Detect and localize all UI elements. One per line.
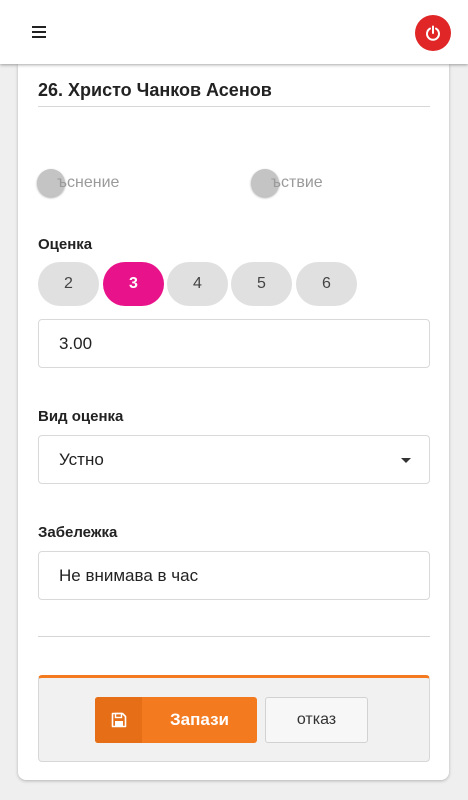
- save-button[interactable]: Запази: [95, 697, 257, 743]
- absence-radio[interactable]: ъствие: [251, 169, 323, 197]
- cancel-button[interactable]: отказ: [265, 697, 368, 743]
- grade-type-select[interactable]: Устно: [38, 435, 430, 484]
- cancel-button-label: отказ: [296, 711, 337, 728]
- grade-type-label: Вид оценка: [38, 408, 124, 425]
- power-button[interactable]: [415, 15, 451, 51]
- app-top-bar: [0, 0, 468, 64]
- student-name: 26. Христо Чанков Асенов: [38, 80, 272, 100]
- grade-option-3[interactable]: 3: [103, 262, 164, 306]
- note-label: Забележка: [38, 524, 118, 541]
- power-icon: [426, 25, 440, 41]
- grade-option-5[interactable]: 5: [231, 262, 292, 306]
- grade-type-value: Устно: [59, 449, 104, 469]
- grade-option-2[interactable]: 2: [38, 262, 99, 306]
- grade-value-input[interactable]: 3.00: [38, 319, 430, 368]
- floppy-disk-icon: [111, 712, 126, 728]
- grade-option-6[interactable]: 6: [296, 262, 357, 306]
- note-text: Не внимава в час: [59, 565, 199, 585]
- hamburger-menu-icon[interactable]: [32, 26, 46, 38]
- action-panel: Запази отказ: [38, 675, 430, 762]
- grade-label: Оценка: [38, 236, 93, 253]
- note-input[interactable]: Не внимава в час: [38, 551, 430, 600]
- divider: [38, 106, 430, 107]
- grade-entry-card: 26. Христо Чанков Асенов ъснение ъствие …: [18, 64, 449, 780]
- absence-radio-label: ъствие: [271, 174, 323, 191]
- late-radio[interactable]: ъснение: [37, 169, 119, 197]
- save-icon-box: [95, 697, 142, 743]
- save-button-label: Запази: [170, 710, 229, 729]
- divider: [38, 636, 430, 637]
- chevron-down-icon: [401, 458, 411, 463]
- grade-option-4[interactable]: 4: [167, 262, 228, 306]
- grade-value-text: 3.00: [59, 333, 93, 353]
- late-radio-label: ъснение: [57, 174, 120, 191]
